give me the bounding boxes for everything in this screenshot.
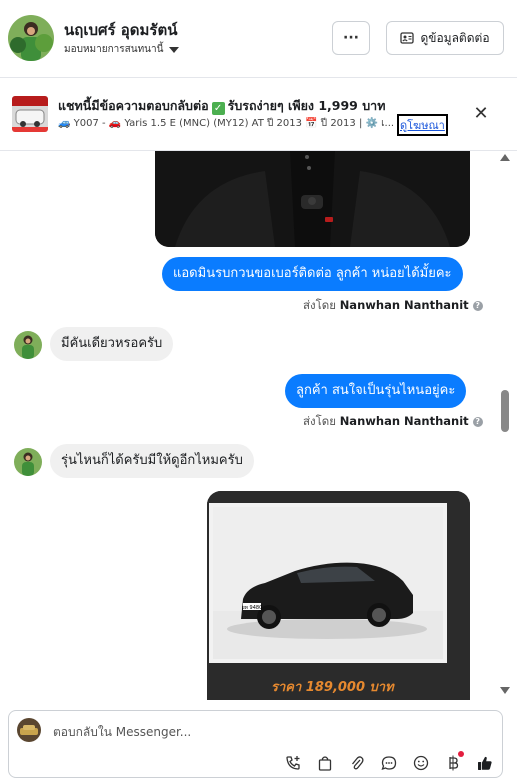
contact-avatar[interactable]: [8, 15, 54, 61]
scroll-down-arrow[interactable]: [500, 687, 510, 694]
sent-by-prefix: ส่งโดย: [303, 414, 337, 428]
car-price-text: ราคา 189,000 บาท: [271, 680, 394, 695]
scroll-up-arrow[interactable]: [500, 154, 510, 161]
car-interior-image[interactable]: [155, 151, 470, 247]
view-contact-info-label: ดูข้อมูลติดต่อ: [420, 30, 490, 45]
composer-toolbar: [277, 751, 501, 773]
call-add-icon[interactable]: [277, 753, 309, 773]
ad-thumbnail: [12, 96, 48, 132]
check-icon: ✓: [211, 102, 225, 115]
car-photo-message[interactable]: ยท 9480: [207, 491, 470, 700]
close-icon[interactable]: ✕: [472, 104, 490, 124]
sender-name: Nanwhan Nanthanit: [339, 414, 469, 428]
incoming-message[interactable]: มีคันเดียวหรอครับ: [50, 327, 174, 361]
contact-name[interactable]: นฤเบศร์ อุดมรัตน์: [64, 18, 177, 42]
conversation-header: นฤเบศร์ อุดมรัตน์ มอบหมายการสนทนานี้ ···…: [0, 0, 517, 78]
sent-by-label: ส่งโดย Nanwhan Nanthanit?: [303, 297, 483, 315]
ad-title-text-2: รับรถง่ายๆ เพียง 1,999 บาท: [227, 98, 386, 113]
shopping-bag-icon[interactable]: [309, 753, 341, 773]
page-avatar: [17, 718, 41, 742]
caret-down-icon: [169, 46, 180, 53]
info-icon[interactable]: ?: [472, 417, 483, 427]
view-contact-info-button[interactable]: ดูข้อมูลติดต่อ: [386, 21, 504, 55]
ad-title: แชทนี้มีข้อความตอบกลับต่อ ✓ รับรถง่ายๆ เพี…: [58, 96, 385, 116]
ad-details: 🚙 Y007 - 🚗 Yaris 1.5 E (MNC) (MY12) AT ป…: [58, 118, 395, 129]
contact-avatar-small[interactable]: [14, 331, 42, 359]
like-icon[interactable]: [469, 753, 501, 773]
emoji-icon[interactable]: [405, 753, 437, 773]
sent-by-label: ส่งโดย Nanwhan Nanthanit?: [303, 413, 483, 431]
payment-icon[interactable]: [437, 751, 469, 773]
more-icon: ···: [343, 30, 359, 46]
license-plate: ยท 9480: [242, 605, 263, 611]
saved-reply-icon[interactable]: [373, 753, 405, 773]
ad-title-text-1: แชทนี้มีข้อความตอบกลับต่อ: [58, 98, 209, 113]
message-composer: [8, 710, 503, 778]
more-options-button[interactable]: ···: [332, 21, 370, 55]
outgoing-message[interactable]: ลูกค้า สนใจเป็นรุ่นไหนอยู่คะ: [285, 374, 467, 408]
sent-by-prefix: ส่งโดย: [303, 298, 337, 312]
view-ad-link[interactable]: ดูโฆษณา: [397, 114, 448, 136]
scrollbar-thumb[interactable]: [501, 390, 509, 432]
notification-dot: [458, 751, 464, 757]
assign-conversation-dropdown[interactable]: มอบหมายการสนทนานี้: [64, 42, 180, 57]
assign-label: มอบหมายการสนทนานี้: [64, 44, 164, 55]
outgoing-message[interactable]: แอดมินรบกวนขอเบอร์ติดต่อ ลูกค้า หน่อยได้…: [162, 257, 463, 291]
info-icon[interactable]: ?: [472, 301, 483, 311]
sender-name: Nanwhan Nanthanit: [339, 298, 469, 312]
attach-icon[interactable]: [341, 753, 373, 773]
contact-card-icon: [400, 32, 415, 44]
reply-input[interactable]: [53, 723, 453, 741]
contact-avatar-small[interactable]: [14, 448, 42, 476]
incoming-message[interactable]: รุ่นไหนก็ได้ครับมีให้ดูอีกไหมครับ: [50, 444, 254, 478]
